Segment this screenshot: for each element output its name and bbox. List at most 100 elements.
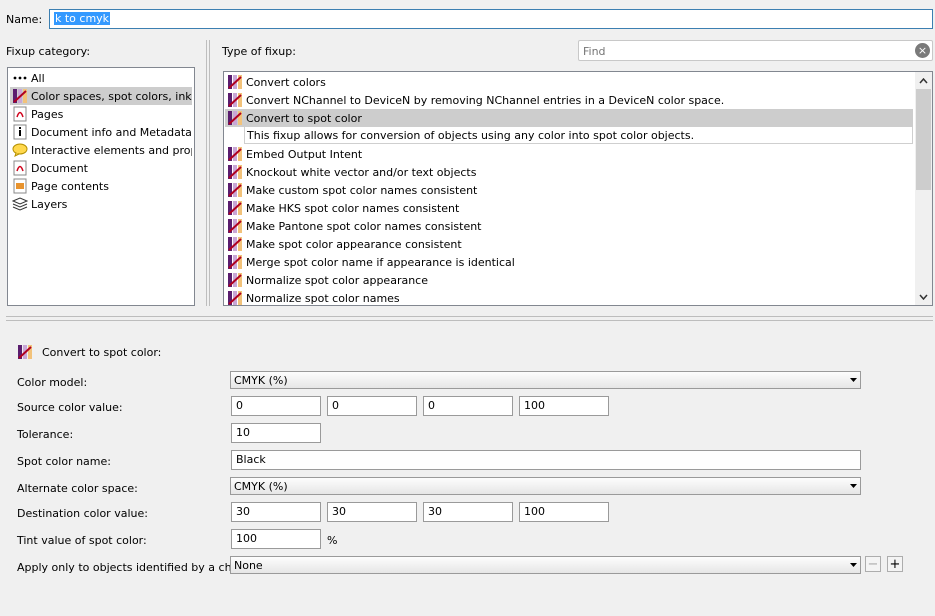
source-value-c[interactable]: 0 xyxy=(231,396,321,416)
category-item-color-spaces[interactable]: Color spaces, spot colors, inks xyxy=(10,87,192,105)
alternate-color-space-select[interactable]: CMYK (%) xyxy=(230,477,861,495)
dest-value-m[interactable]: 30 xyxy=(327,502,417,522)
fixup-item-label: Convert colors xyxy=(246,75,326,89)
fixup-description: This fixup allows for conversion of obje… xyxy=(244,127,913,144)
fixup-item-label: Embed Output Intent xyxy=(246,147,363,161)
fixup-item-label: Make HKS spot color names consistent xyxy=(246,201,460,215)
scroll-thumb[interactable] xyxy=(916,89,931,190)
spot-color-name-input[interactable]: Black xyxy=(231,450,861,470)
tint-value-input[interactable]: 100 xyxy=(231,529,321,549)
fixup-item[interactable]: Make spot color appearance consistent xyxy=(225,235,913,253)
fixup-item[interactable]: Make custom spot color names consistent xyxy=(225,181,913,199)
fixup-list-scrollbar[interactable] xyxy=(915,72,932,305)
category-item-page-contents[interactable]: Page contents xyxy=(10,177,192,195)
category-item-label: Document xyxy=(31,161,88,175)
fixup-item-label: Convert NChannel to DeviceN by removing … xyxy=(246,93,725,107)
alternate-color-space-value: CMYK (%) xyxy=(234,480,288,493)
section-separator xyxy=(6,316,933,317)
color-fixup-icon xyxy=(227,92,243,108)
section-separator xyxy=(6,320,933,321)
panel-separator xyxy=(209,40,210,306)
source-color-label: Source color value: xyxy=(17,401,123,414)
scroll-up-icon[interactable] xyxy=(915,72,932,89)
source-value-y[interactable]: 0 xyxy=(423,396,513,416)
clear-search-icon[interactable]: × xyxy=(915,43,930,58)
pdf-page-icon xyxy=(12,106,28,122)
color-model-label: Color model: xyxy=(17,376,88,389)
category-item-interactive[interactable]: Interactive elements and propertie xyxy=(10,141,192,159)
color-fixup-icon xyxy=(227,236,243,252)
source-value-m[interactable]: 0 xyxy=(327,396,417,416)
find-input[interactable] xyxy=(583,44,903,58)
fixup-item-label: Convert to spot color xyxy=(246,111,362,125)
color-fixup-icon xyxy=(227,182,243,198)
apply-check-label: Apply only to objects identified by a ch… xyxy=(17,561,255,574)
category-item-label: All xyxy=(31,71,45,85)
color-fixup-icon xyxy=(227,254,243,270)
comment-icon xyxy=(12,142,28,158)
fixup-item-label: Merge spot color name if appearance is i… xyxy=(246,255,515,269)
fixup-item[interactable]: Convert colors xyxy=(225,73,913,91)
fixup-item-label: Normalize spot color names xyxy=(246,291,400,305)
category-item-all[interactable]: All xyxy=(10,69,192,87)
fixup-item[interactable]: Make Pantone spot color names consistent xyxy=(225,217,913,235)
scroll-down-icon[interactable] xyxy=(915,288,932,305)
add-check-button[interactable]: + xyxy=(887,556,903,572)
apply-check-select[interactable]: None xyxy=(230,556,861,574)
fixup-item[interactable]: Normalize spot color appearance xyxy=(225,271,913,289)
name-input[interactable]: k to cmyk xyxy=(49,9,933,29)
fixup-item-label: Knockout white vector and/or text object… xyxy=(246,165,477,179)
type-of-fixup-label: Type of fixup: xyxy=(222,45,296,58)
category-item-label: Pages xyxy=(31,107,64,121)
chevron-down-icon xyxy=(848,480,858,492)
category-item-document[interactable]: Document xyxy=(10,159,192,177)
fixup-item[interactable]: Merge spot color name if appearance is i… xyxy=(225,253,913,271)
alternate-color-space-label: Alternate color space: xyxy=(17,482,138,495)
color-fixup-icon xyxy=(227,272,243,288)
panel-separator xyxy=(206,40,207,306)
layers-icon xyxy=(12,196,28,212)
category-item-label: Color spaces, spot colors, inks xyxy=(31,89,192,103)
fixup-item[interactable]: Make HKS spot color names consistent xyxy=(225,199,913,217)
fixup-category-list[interactable]: All Color spaces, spot colors, inks Page… xyxy=(7,67,195,306)
fixup-item-label: Make custom spot color names consistent xyxy=(246,183,478,197)
category-item-pages[interactable]: Pages xyxy=(10,105,192,123)
dots-icon xyxy=(12,70,28,86)
category-item-layers[interactable]: Layers xyxy=(10,195,192,213)
form-title: Convert to spot color: xyxy=(42,346,162,359)
apply-check-value: None xyxy=(234,559,263,572)
fixup-list[interactable]: Convert colors Convert NChannel to Devic… xyxy=(223,71,933,306)
tolerance-label: Tolerance: xyxy=(17,428,74,441)
color-model-select[interactable]: CMYK (%) xyxy=(230,371,861,389)
chevron-down-icon xyxy=(848,374,858,386)
color-fixup-icon xyxy=(227,290,243,305)
color-fixup-icon xyxy=(17,344,33,360)
fixup-item[interactable]: Convert NChannel to DeviceN by removing … xyxy=(225,91,913,109)
category-item-label: Document info and Metadata xyxy=(31,125,192,139)
fixup-item[interactable]: Normalize spot color names xyxy=(225,289,913,305)
category-item-label: Page contents xyxy=(31,179,109,193)
source-value-k[interactable]: 100 xyxy=(519,396,609,416)
color-fixup-icon xyxy=(12,88,28,104)
name-label: Name: xyxy=(6,13,43,26)
fixup-item-label: Normalize spot color appearance xyxy=(246,273,428,287)
fixup-item[interactable]: Embed Output Intent xyxy=(225,145,913,163)
tint-unit: % xyxy=(327,534,338,547)
category-item-label: Interactive elements and propertie xyxy=(31,143,192,157)
remove-check-button[interactable]: − xyxy=(865,556,881,572)
fixup-item[interactable]: Knockout white vector and/or text object… xyxy=(225,163,913,181)
dest-value-k[interactable]: 100 xyxy=(519,502,609,522)
spot-color-name-label: Spot color name: xyxy=(17,455,111,468)
category-item-document-info[interactable]: Document info and Metadata xyxy=(10,123,192,141)
fixup-category-label: Fixup category: xyxy=(6,45,91,58)
tolerance-input[interactable]: 10 xyxy=(231,423,321,443)
dest-value-c[interactable]: 30 xyxy=(231,502,321,522)
fixup-item-selected[interactable]: Convert to spot color xyxy=(225,109,913,127)
color-fixup-icon xyxy=(227,218,243,234)
fixup-item-label: Make spot color appearance consistent xyxy=(246,237,462,251)
destination-color-label: Destination color value: xyxy=(17,507,148,520)
color-fixup-icon xyxy=(227,200,243,216)
find-box[interactable]: × xyxy=(578,40,933,61)
dest-value-y[interactable]: 30 xyxy=(423,502,513,522)
info-icon xyxy=(12,124,28,140)
